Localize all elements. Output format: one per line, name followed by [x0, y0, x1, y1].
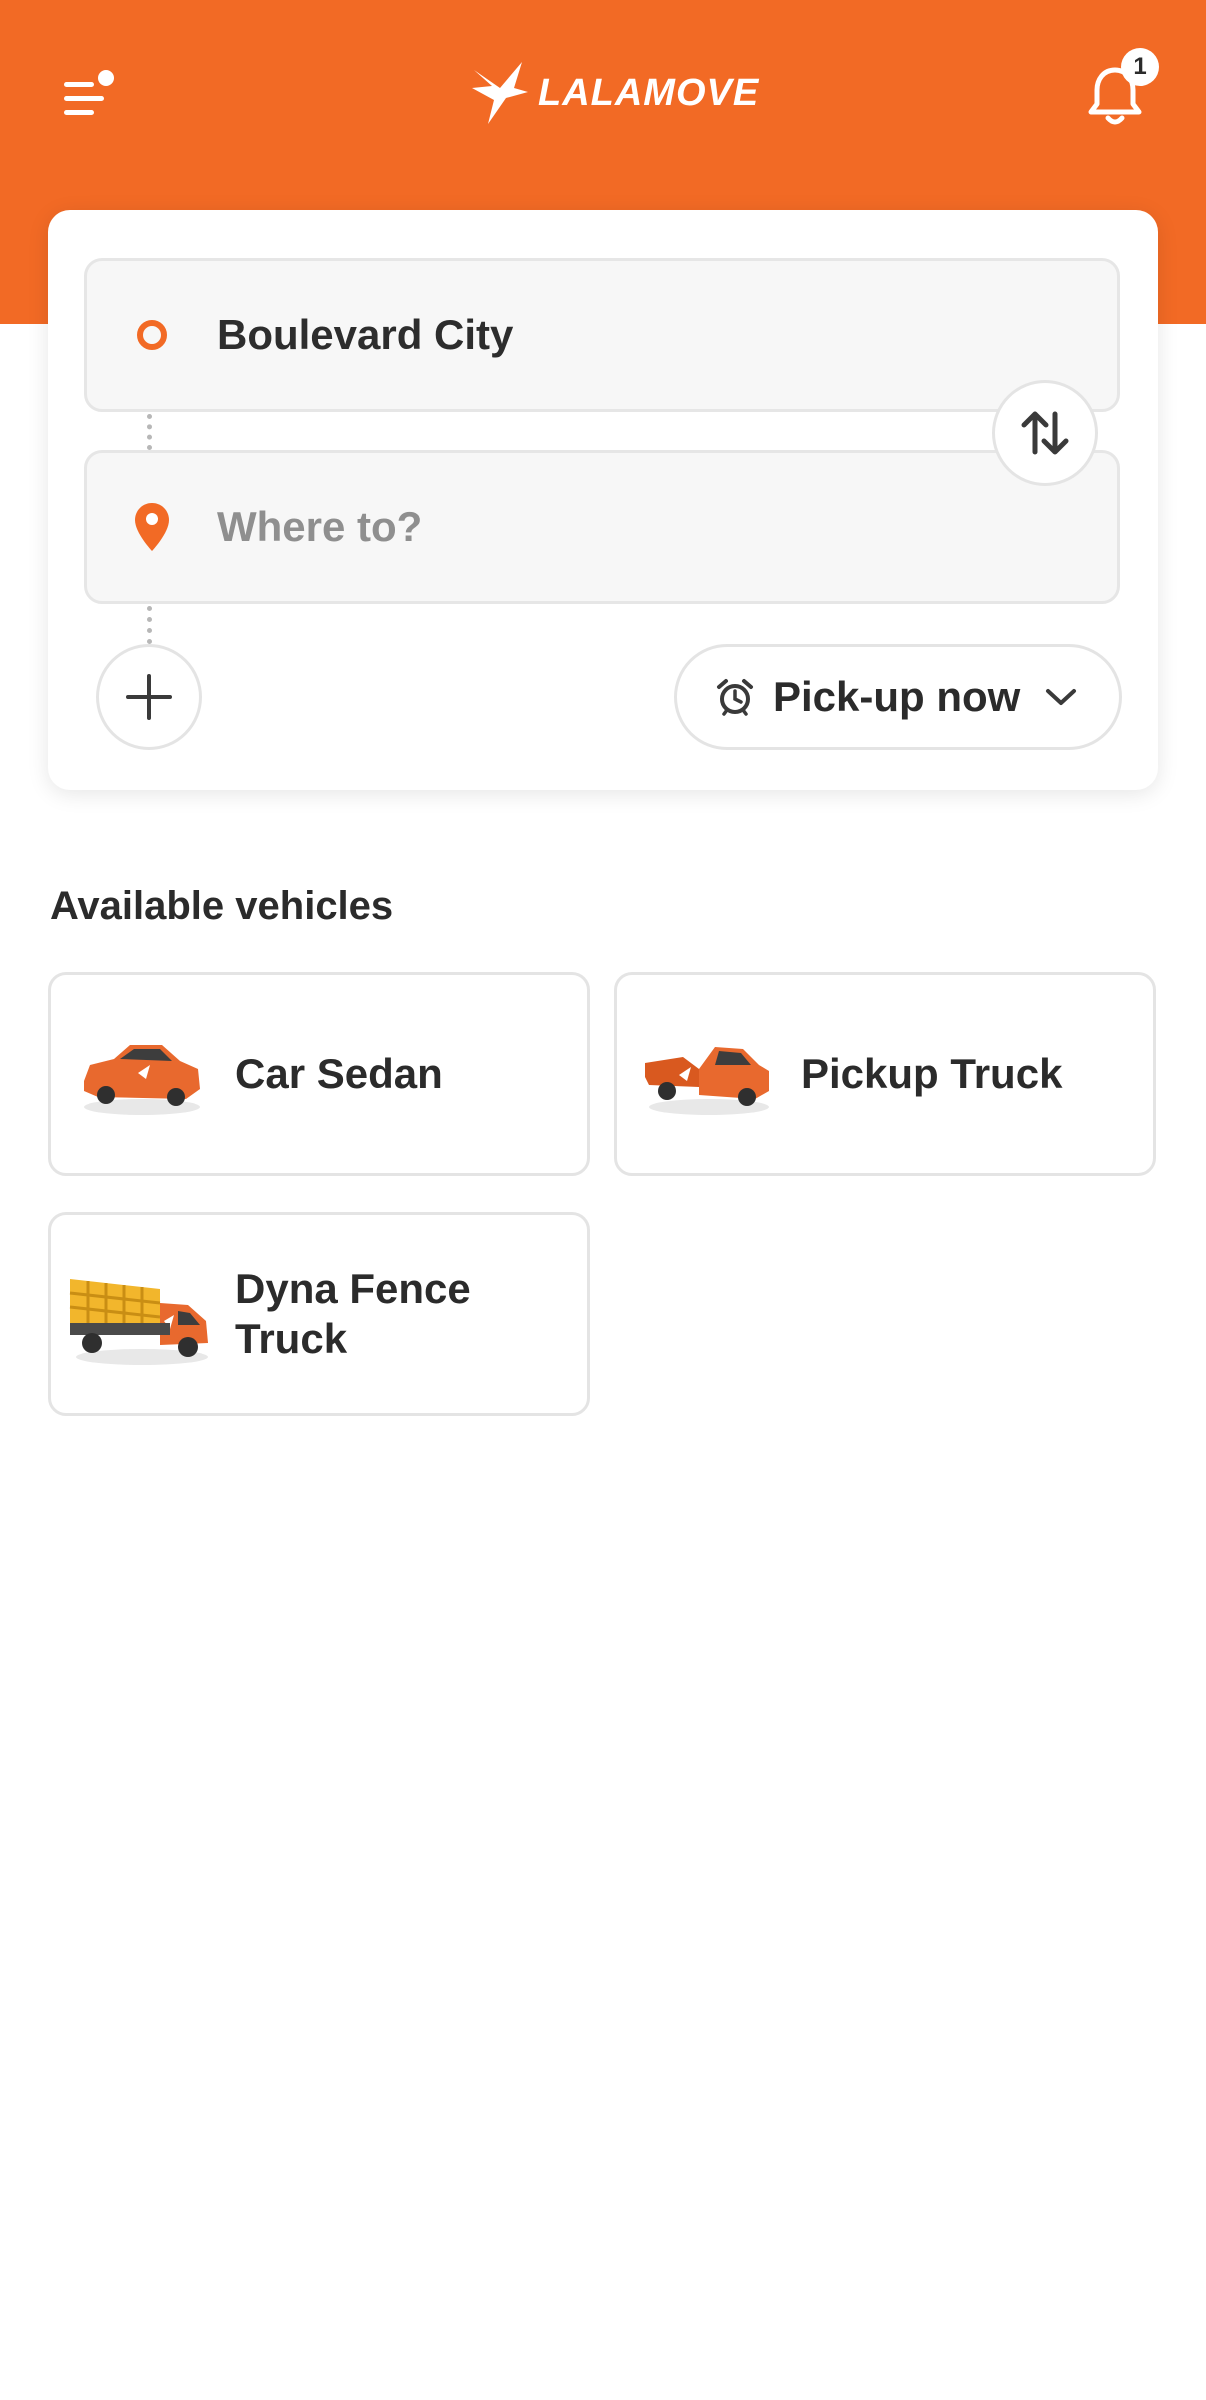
logo-text: LALAMOVE: [538, 71, 760, 114]
route-connector-add: [147, 606, 152, 644]
notification-badge: 1: [1121, 48, 1159, 86]
menu-icon: [64, 70, 114, 115]
swap-arrows-icon: [1021, 411, 1069, 455]
route-connector: [147, 414, 152, 450]
origin-circle-icon: [137, 320, 167, 350]
menu-button[interactable]: [60, 66, 120, 126]
vehicle-name: Pickup Truck: [801, 1050, 1063, 1097]
pickup-time-selector[interactable]: Pick-up now: [674, 644, 1122, 750]
pickup-location-value: Boulevard City: [217, 311, 514, 358]
vehicle-name: Car Sedan: [235, 1050, 443, 1097]
sedan-car-icon: [84, 1045, 200, 1115]
vehicle-card-pickup-truck[interactable]: Pickup Truck: [614, 972, 1156, 1176]
hummingbird-logo-icon: [472, 62, 528, 124]
location-pin-icon: [135, 503, 169, 551]
vehicle-card-car-sedan[interactable]: Car Sedan: [48, 972, 590, 1176]
dropoff-location-field[interactable]: Where to?: [84, 450, 1120, 604]
vehicle-card-dyna-fence-truck[interactable]: Dyna Fence Truck: [48, 1212, 590, 1416]
fence-truck-icon: [69, 1279, 208, 1365]
plus-icon: [126, 674, 172, 720]
chevron-down-icon: [1046, 689, 1077, 705]
pickup-truck-icon: [645, 1047, 769, 1115]
pickup-location-field[interactable]: Boulevard City: [84, 258, 1120, 412]
vehicle-name: Dyna Fence Truck: [235, 1265, 471, 1362]
route-card: Boulevard City Where to? Pick-up now: [48, 210, 1158, 790]
swap-locations-button[interactable]: [992, 380, 1098, 486]
lalamove-logo: LALAMOVE: [470, 58, 759, 128]
pickup-time-label: Pick-up now: [773, 673, 1021, 720]
alarm-clock-icon: [717, 679, 753, 716]
dropoff-placeholder: Where to?: [217, 503, 423, 550]
available-vehicles-title: Available vehicles: [50, 884, 394, 928]
add-stop-button[interactable]: [96, 644, 202, 750]
